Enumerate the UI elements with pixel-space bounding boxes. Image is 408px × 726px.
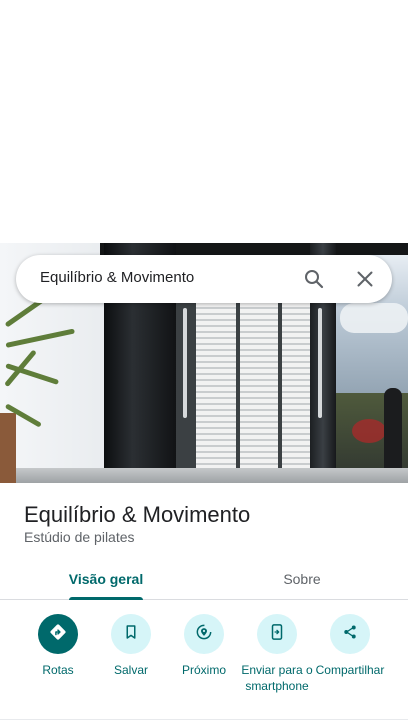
divider [0, 719, 408, 720]
action-buttons-row: Rotas Salvar Próximo Enviar para o smart… [0, 614, 408, 714]
search-bar[interactable]: Equilíbrio & Movimento [16, 255, 392, 303]
nearby-label: Próximo [181, 663, 226, 677]
share-button[interactable]: Compartilhar [312, 614, 388, 678]
place-title: Equilíbrio & Movimento [24, 502, 251, 527]
active-tab-indicator [69, 597, 143, 600]
place-category[interactable]: Estúdio de pilates [24, 529, 135, 545]
search-input[interactable]: Equilíbrio & Movimento [40, 269, 194, 286]
share-icon [341, 623, 359, 646]
directions-button[interactable]: Rotas [20, 614, 96, 678]
send-to-phone-icon [268, 623, 286, 646]
bookmark-icon [122, 623, 140, 646]
tab-about[interactable]: Sobre [256, 558, 348, 600]
search-icon[interactable] [302, 267, 326, 291]
save-button[interactable]: Salvar [93, 614, 169, 678]
send-to-phone-label: Enviar para o smartphone [241, 663, 313, 693]
close-icon[interactable] [353, 267, 377, 291]
save-label: Salvar [113, 663, 148, 677]
map-blank-area [0, 0, 408, 243]
plant-pot [0, 413, 16, 483]
directions-label: Rotas [42, 663, 74, 677]
place-tabs: Visão geral Sobre [0, 558, 408, 600]
tab-overview-label: Visão geral [68, 571, 144, 587]
share-label: Compartilhar [315, 663, 385, 677]
tab-overview[interactable]: Visão geral [60, 558, 152, 600]
nearby-icon [194, 622, 214, 647]
nearby-button[interactable]: Próximo [166, 614, 242, 678]
directions-icon [48, 622, 68, 647]
send-to-phone-button[interactable]: Enviar para o smartphone [239, 614, 315, 694]
tab-about-label: Sobre [283, 571, 321, 587]
